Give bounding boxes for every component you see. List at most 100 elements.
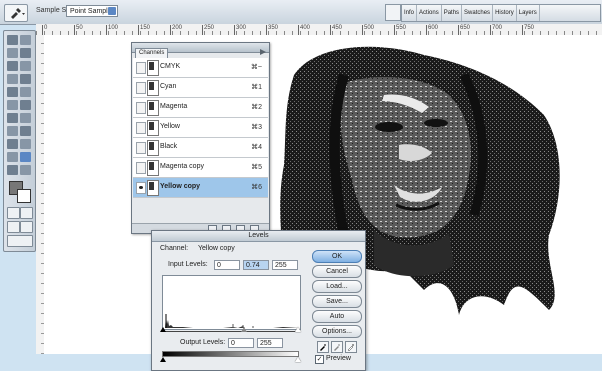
path-selection-tool-icon[interactable]: [7, 126, 18, 136]
tool-preset-picker[interactable]: [4, 4, 28, 22]
output-black-field[interactable]: 0: [228, 338, 254, 348]
ruler-number: 600: [426, 25, 438, 35]
tab-swatches[interactable]: Swatches: [462, 5, 494, 21]
sample-size-select[interactable]: Point Sample: [66, 5, 118, 17]
output-levels-label: Output Levels:: [180, 339, 226, 346]
preview-checkbox[interactable]: ✓: [315, 355, 324, 364]
brush-tool-icon[interactable]: [20, 74, 31, 84]
clone-stamp-tool-icon[interactable]: [7, 87, 18, 97]
channel-label: Channel:: [160, 245, 189, 252]
ruler-number: 500: [362, 25, 374, 35]
tab-info[interactable]: Info: [402, 5, 418, 21]
input-gamma-field[interactable]: 0.74: [243, 260, 269, 270]
screen-mode-icon[interactable]: [7, 221, 20, 233]
channel-name: Cyan: [160, 83, 177, 90]
output-black-slider[interactable]: [160, 357, 166, 362]
channel-row-yellow[interactable]: Yellow ⌘3: [133, 118, 268, 138]
tab-layers[interactable]: Layers: [517, 5, 540, 21]
tab-paths[interactable]: Paths: [442, 5, 463, 21]
ruler-number: 550: [394, 25, 406, 35]
visibility-eye-icon[interactable]: [136, 62, 146, 74]
white-eyedropper-icon[interactable]: [345, 341, 357, 353]
channel-row-magenta[interactable]: Magenta ⌘2: [133, 98, 268, 118]
channel-row-magenta-copy[interactable]: Magenta copy ⌘5: [133, 158, 268, 178]
background-color-swatch[interactable]: [17, 189, 31, 203]
pen-tool-icon[interactable]: [7, 139, 18, 149]
gray-eyedropper-icon[interactable]: [331, 341, 343, 353]
options-button[interactable]: Options...: [312, 325, 362, 338]
visibility-eye-icon[interactable]: [136, 162, 146, 174]
load-button[interactable]: Load...: [312, 280, 362, 293]
visibility-eye-icon[interactable]: [136, 142, 146, 154]
move-tool-icon[interactable]: [7, 35, 18, 45]
input-white-slider[interactable]: [295, 327, 301, 332]
ruler-number: 300: [234, 25, 246, 35]
zoom-tool-icon[interactable]: [20, 165, 31, 175]
visibility-eye-icon[interactable]: [136, 102, 146, 114]
shape-tool-icon[interactable]: [20, 139, 31, 149]
histogram: [162, 275, 301, 330]
channel-thumbnail: [147, 140, 159, 156]
quick-mask-mode-icon[interactable]: [20, 207, 33, 219]
input-black-field[interactable]: 0: [214, 260, 240, 270]
healing-brush-tool-icon[interactable]: [7, 74, 18, 84]
output-white-slider[interactable]: [295, 357, 301, 362]
notes-tool-icon[interactable]: [7, 152, 18, 162]
eye-dot-icon: [139, 186, 143, 189]
save-button[interactable]: Save...: [312, 295, 362, 308]
channel-select[interactable]: Yellow copy: [198, 245, 235, 252]
crop-tool-icon[interactable]: [7, 61, 18, 71]
full-screen-mode-icon[interactable]: [20, 221, 33, 233]
dodge-tool-icon[interactable]: [20, 113, 31, 123]
ok-button[interactable]: OK: [312, 250, 362, 263]
tab-history[interactable]: History: [493, 5, 517, 21]
channel-thumbnail: [147, 60, 159, 76]
eyedropper-tool-icon[interactable]: [20, 152, 31, 162]
visibility-eye-icon[interactable]: [136, 82, 146, 94]
visibility-eye-icon[interactable]: [136, 122, 146, 134]
jump-to-imageready-icon[interactable]: [7, 235, 33, 247]
marquee-tool-icon[interactable]: [20, 35, 31, 45]
ruler-number: 150: [138, 25, 150, 35]
standard-mode-icon[interactable]: [7, 207, 20, 219]
hand-tool-icon[interactable]: [7, 165, 18, 175]
toggle-palette-well-button[interactable]: [385, 4, 401, 21]
visibility-eye-icon[interactable]: [136, 182, 146, 194]
type-tool-icon[interactable]: [20, 126, 31, 136]
gradient-tool-icon[interactable]: [20, 100, 31, 110]
channel-name: Magenta copy: [160, 163, 204, 170]
channels-panel: Channels CMYK ⌘~ Cyan ⌘1 Magenta ⌘2 Yell…: [131, 42, 270, 234]
tab-channels[interactable]: Channels: [135, 48, 169, 58]
magic-wand-tool-icon[interactable]: [20, 48, 31, 58]
history-brush-tool-icon[interactable]: [20, 87, 31, 97]
tab-actions[interactable]: Actions: [417, 5, 442, 21]
lasso-tool-icon[interactable]: [7, 48, 18, 58]
channel-row-cmyk[interactable]: CMYK ⌘~: [133, 58, 268, 78]
channel-shortcut: ⌘6: [251, 184, 262, 191]
ruler-number: 650: [458, 25, 470, 35]
slice-tool-icon[interactable]: [20, 61, 31, 71]
options-bar: Sample Size: Point Sample Info Actions P…: [0, 0, 602, 25]
input-white-field[interactable]: 255: [272, 260, 298, 270]
chevron-down-icon: [108, 7, 116, 15]
palette-well: Info Actions Paths Swatches History Laye…: [401, 4, 601, 22]
blur-tool-icon[interactable]: [7, 113, 18, 123]
input-black-slider[interactable]: [160, 327, 166, 332]
cancel-button[interactable]: Cancel: [312, 265, 362, 278]
ruler-number: 750: [522, 25, 534, 35]
channel-name: Magenta: [160, 103, 188, 110]
output-white-field[interactable]: 255: [257, 338, 283, 348]
channel-name: Yellow copy: [160, 183, 201, 190]
channel-shortcut: ⌘3: [251, 124, 262, 131]
input-gamma-slider[interactable]: [241, 327, 247, 332]
auto-button[interactable]: Auto: [312, 310, 362, 323]
eraser-tool-icon[interactable]: [7, 100, 18, 110]
channel-row-cyan[interactable]: Cyan ⌘1: [133, 78, 268, 98]
channel-row-black[interactable]: Black ⌘4: [133, 138, 268, 158]
channel-shortcut: ⌘4: [251, 144, 262, 151]
histogram-graph: [165, 314, 299, 328]
channel-row-yellow-copy[interactable]: Yellow copy ⌘6: [133, 178, 268, 198]
channel-name: CMYK: [160, 63, 181, 70]
black-eyedropper-icon[interactable]: [317, 341, 329, 353]
channel-thumbnail: [147, 80, 159, 96]
